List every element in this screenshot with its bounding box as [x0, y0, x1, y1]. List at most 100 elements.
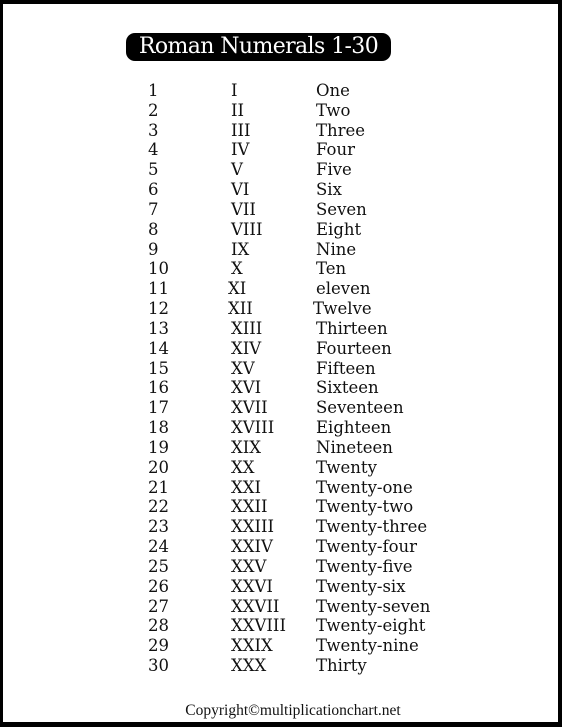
arabic-number: 15: [148, 358, 169, 378]
arabic-number: 8: [148, 219, 159, 239]
arabic-number: 11: [148, 279, 169, 299]
arabic-number: 16: [148, 378, 169, 398]
arabic-number: 2: [148, 100, 159, 120]
table-row: 9 IX Nine: [3, 240, 562, 260]
arabic-number: 9: [148, 239, 159, 259]
arabic-number: 26: [148, 576, 169, 596]
table-row: 10 X Ten: [3, 259, 562, 279]
table-row: 22 XXII Twenty-two: [3, 497, 562, 517]
page-frame: Roman Numerals 1-30 1 I One 2 II Two 3 III Three…: [0, 0, 562, 727]
roman-numeral: II: [231, 100, 245, 120]
arabic-number: 1: [148, 81, 159, 100]
roman-numeral: XV: [231, 358, 255, 378]
table-row: 18 XVIII Eighteen: [3, 418, 562, 438]
arabic-number: 19: [148, 437, 169, 457]
roman-numeral: XIII: [231, 318, 263, 338]
table-row: 27 XXVII Twenty-seven: [3, 597, 562, 617]
number-word: Twenty-four: [316, 537, 418, 557]
roman-numeral: VIII: [231, 219, 263, 239]
roman-numeral: III: [231, 120, 251, 140]
number-word: eleven: [316, 279, 371, 299]
arabic-number: 12: [148, 299, 169, 319]
table-row: 1 I One: [3, 81, 562, 101]
number-word: Twenty-two: [316, 497, 414, 517]
number-word: Twenty-five: [316, 556, 413, 576]
arabic-number: 20: [148, 457, 169, 477]
roman-numeral: XXX: [231, 656, 267, 676]
number-word: Fifteen: [316, 358, 376, 378]
roman-numeral: X: [231, 259, 243, 279]
roman-numeral: XXII: [231, 497, 268, 517]
number-word: Twelve: [313, 299, 372, 319]
roman-numeral: XXI: [231, 477, 262, 497]
table-row: 3 III Three: [3, 121, 562, 141]
roman-numeral: XXIX: [231, 636, 273, 656]
roman-numeral: XVI: [231, 378, 262, 398]
number-word: Thirty: [316, 656, 367, 676]
arabic-number: 7: [148, 199, 159, 219]
roman-numeral: XXVII: [231, 596, 280, 616]
number-word: Ten: [316, 259, 347, 279]
table-row: 30 XXX Thirty: [3, 656, 562, 676]
arabic-number: 4: [148, 140, 159, 160]
page-title: Roman Numerals 1-30: [126, 33, 391, 61]
number-word: Twenty-seven: [316, 596, 431, 616]
arabic-number: 23: [148, 517, 169, 537]
number-word: Seven: [316, 199, 367, 219]
roman-numeral: XXVIII: [231, 616, 286, 636]
table-row: 11 XI eleven: [3, 279, 562, 299]
copyright-footer: Copyright©multiplicationchart.net: [185, 702, 401, 719]
number-word: Twenty-six: [316, 576, 406, 596]
number-word: Twenty-nine: [316, 636, 419, 656]
roman-numeral: XII: [228, 299, 253, 319]
number-word: Seventeen: [316, 398, 404, 418]
number-word: Nine: [316, 239, 357, 259]
number-word: Three: [316, 120, 366, 140]
arabic-number: 28: [148, 616, 169, 636]
number-word: Twenty-one: [316, 477, 413, 497]
number-word: Sixteen: [316, 378, 379, 398]
arabic-number: 14: [148, 338, 169, 358]
number-word: Twenty-three: [316, 517, 428, 537]
roman-numeral: XIV: [231, 338, 262, 358]
roman-numeral: I: [231, 81, 238, 100]
table-row: 26 XXVI Twenty-six: [3, 577, 562, 597]
roman-numeral: VI: [231, 180, 250, 200]
table-row: 4 IV Four: [3, 140, 562, 160]
arabic-number: 5: [148, 160, 159, 180]
roman-numeral: VII: [231, 199, 256, 219]
number-word: Five: [316, 160, 352, 180]
table-row: 29 XXIX Twenty-nine: [3, 636, 562, 656]
number-word: Six: [316, 180, 342, 200]
table-row: 6 VI Six: [3, 180, 562, 200]
roman-numeral: XXV: [231, 556, 267, 576]
number-word: Four: [316, 140, 355, 160]
roman-numeral: IV: [231, 140, 250, 160]
arabic-number: 17: [148, 398, 169, 418]
roman-numeral: XIX: [231, 437, 262, 457]
roman-numeral: XXIV: [231, 537, 273, 557]
table-row: 13 XIII Thirteen: [3, 319, 562, 339]
number-word: Twenty-eight: [316, 616, 426, 636]
number-word: Twenty: [316, 457, 377, 477]
table-row: 7 VII Seven: [3, 200, 562, 220]
table-row: 28 XXVIII Twenty-eight: [3, 616, 562, 636]
number-word: Thirteen: [316, 318, 388, 338]
roman-numeral: XXIII: [231, 517, 275, 537]
number-word: Eight: [316, 219, 362, 239]
table-row: 23 XXIII Twenty-three: [3, 517, 562, 537]
table-row: 25 XXV Twenty-five: [3, 557, 562, 577]
table-row: 8 VIII Eight: [3, 220, 562, 240]
table-row: 17 XVII Seventeen: [3, 398, 562, 418]
table-row: 16 XVI Sixteen: [3, 378, 562, 398]
arabic-number: 13: [148, 318, 169, 338]
table-row: 14 XIV Fourteen: [3, 339, 562, 359]
table-row: 20 XX Twenty: [3, 458, 562, 478]
table-row: 15 XV Fifteen: [3, 359, 562, 379]
number-word: Nineteen: [316, 437, 393, 457]
arabic-number: 10: [148, 259, 169, 279]
table-row: 19 XIX Nineteen: [3, 438, 562, 458]
roman-numeral: XX: [231, 457, 255, 477]
arabic-number: 3: [148, 120, 159, 140]
arabic-number: 21: [148, 477, 169, 497]
